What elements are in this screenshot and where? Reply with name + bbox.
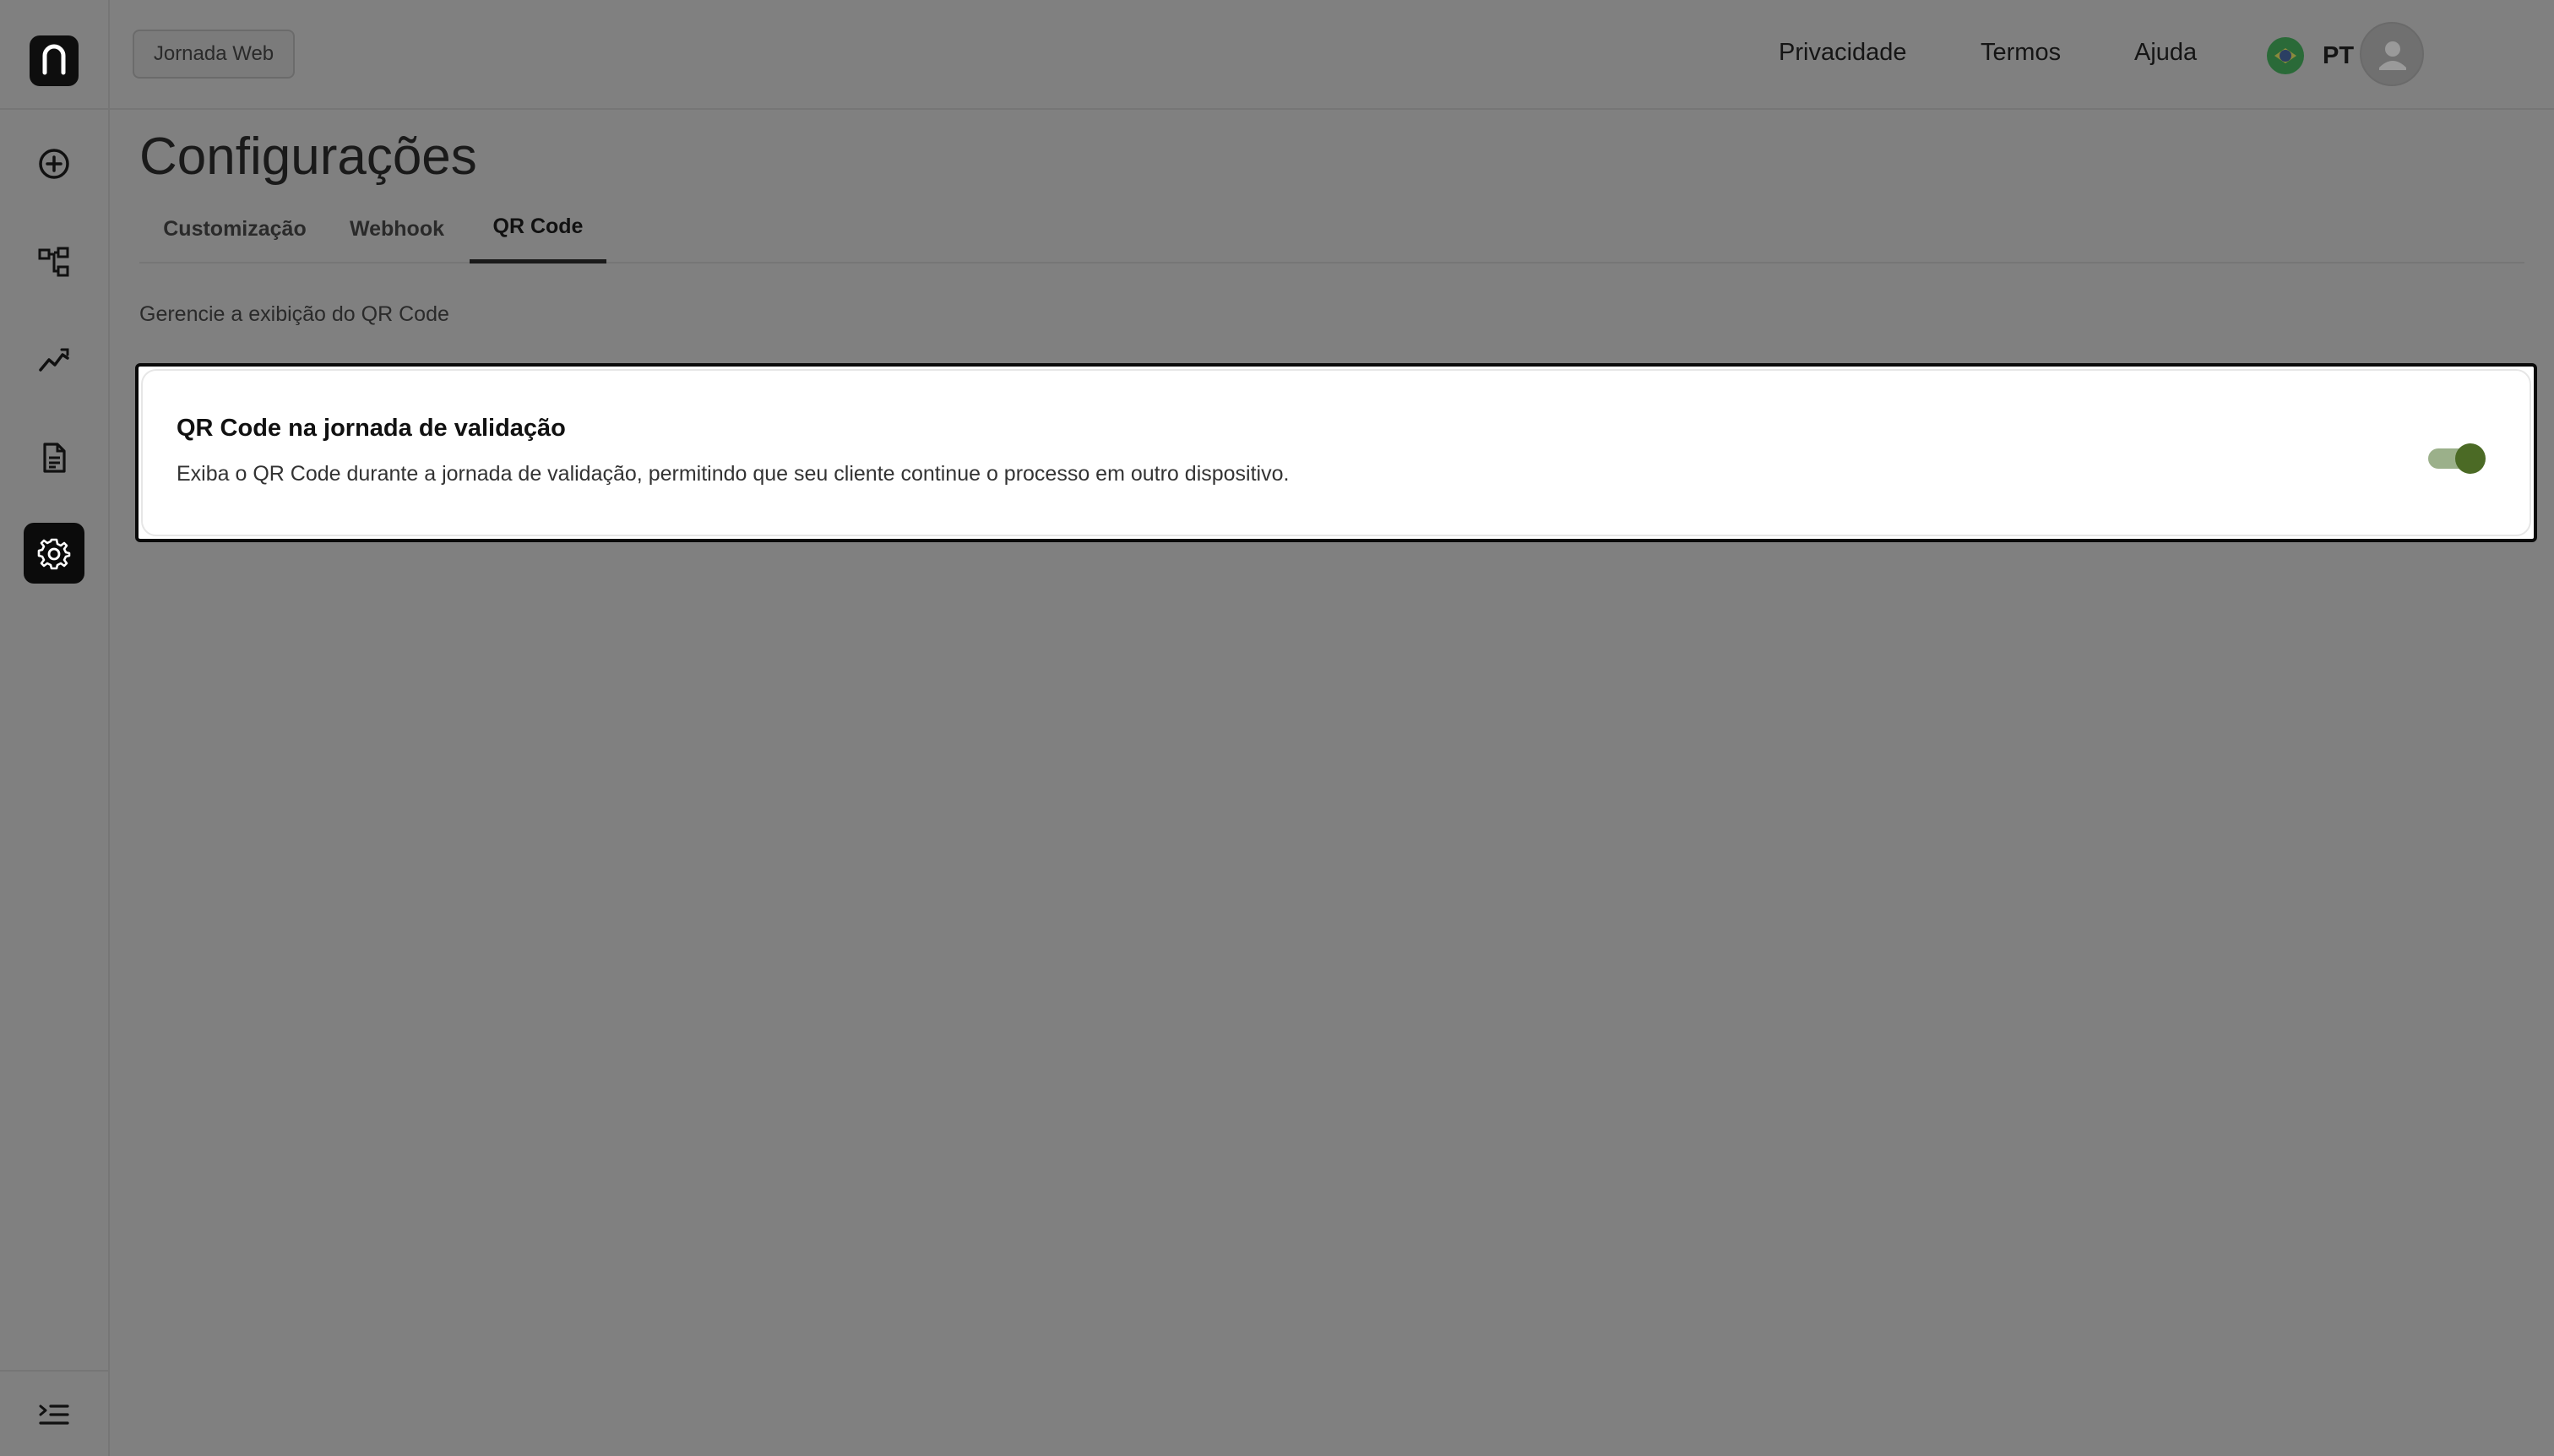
- privacy-link[interactable]: Privacidade: [1779, 39, 1907, 67]
- analytics-icon: [39, 348, 69, 372]
- sidebar-footer: [0, 1370, 110, 1456]
- app-logo[interactable]: [30, 35, 79, 86]
- sidebar-item-documents[interactable]: [24, 427, 84, 488]
- tab-webhook[interactable]: Webhook: [342, 194, 452, 263]
- document-icon: [43, 443, 66, 473]
- terms-link[interactable]: Termos: [1981, 39, 2061, 67]
- section-subtitle: Gerencie a exibição do QR Code: [139, 302, 449, 326]
- qr-code-setting-card-frame: QR Code na jornada de validação Exiba o …: [135, 363, 2537, 542]
- collapse-sidebar-button[interactable]: [24, 1384, 84, 1445]
- sidebar-item-flows[interactable]: [24, 231, 84, 292]
- language-code: PT: [2323, 41, 2355, 69]
- settings-tabs: Customização Webhook QR Code: [139, 194, 2524, 263]
- tab-customization[interactable]: Customização: [163, 194, 307, 263]
- brazil-flag-icon: [2267, 37, 2304, 74]
- sidebar-item-analytics[interactable]: [24, 329, 84, 390]
- page-title: Configurações: [139, 128, 477, 186]
- setting-description: Exiba o QR Code durante a jornada de val…: [177, 462, 1290, 486]
- sidebar-item-settings[interactable]: [24, 523, 84, 584]
- journey-badge[interactable]: Jornada Web: [133, 30, 295, 79]
- flow-icon: [38, 247, 69, 277]
- qr-code-setting-card: QR Code na jornada de validação Exiba o …: [141, 369, 2531, 536]
- menu-collapse-icon: [39, 1404, 69, 1425]
- setting-title: QR Code na jornada de validação: [177, 415, 566, 442]
- tab-qr-code[interactable]: QR Code: [470, 194, 606, 263]
- user-avatar[interactable]: [2360, 22, 2424, 86]
- logo-area: [0, 0, 110, 110]
- qr-code-toggle[interactable]: [2428, 443, 2486, 474]
- help-link[interactable]: Ajuda: [2134, 39, 2197, 67]
- sidebar-item-new[interactable]: [24, 133, 84, 194]
- add-circle-icon: [39, 149, 69, 179]
- sidebar: [0, 0, 110, 1456]
- gear-icon: [37, 538, 71, 570]
